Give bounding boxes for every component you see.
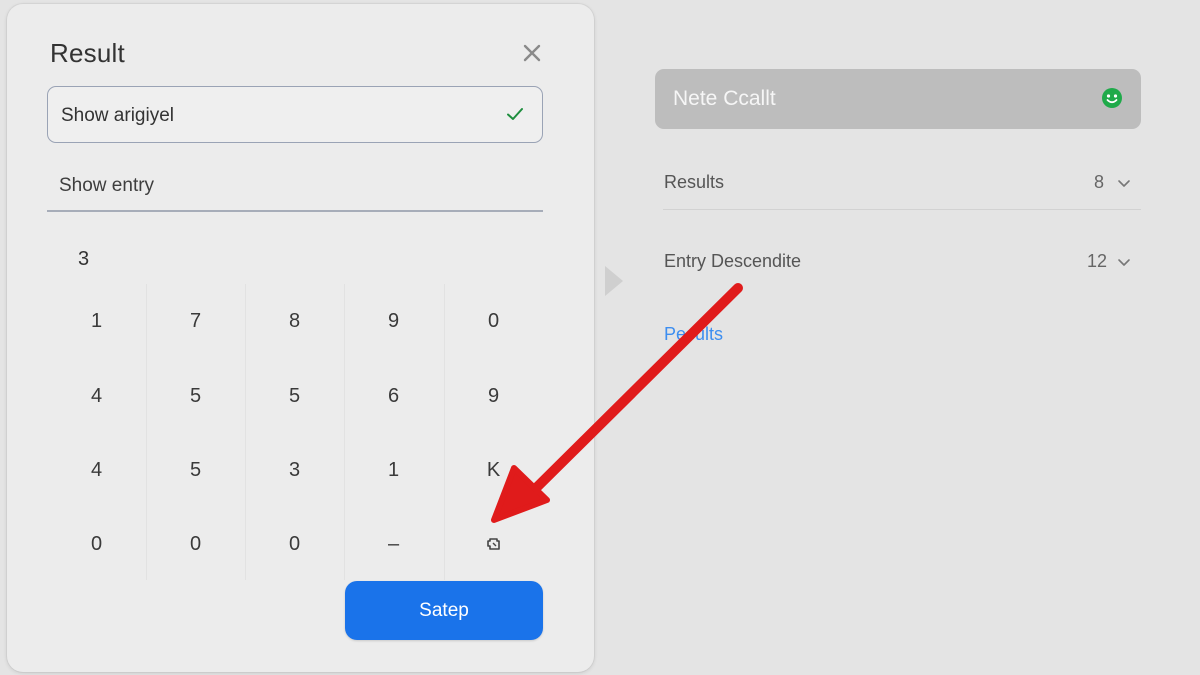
search-text: Nete Ccallt <box>673 87 776 110</box>
triangle-right-icon <box>605 266 623 296</box>
chevron-down-icon <box>1118 180 1130 187</box>
satep-button[interactable]: Satep <box>345 581 543 640</box>
dialog-title: Result <box>50 38 125 68</box>
key-r4c3[interactable]: 0 <box>245 507 344 581</box>
keypad-divider <box>146 284 147 580</box>
collapse-toggle[interactable] <box>604 266 624 296</box>
keypad-divider <box>344 284 345 580</box>
results-row-label: Results <box>664 172 725 192</box>
close-icon <box>523 44 541 62</box>
close-button[interactable] <box>515 36 549 70</box>
key-r2c4[interactable]: 6 <box>344 359 443 433</box>
smiley-icon[interactable] <box>1101 87 1123 109</box>
keypad-divider <box>444 284 445 580</box>
key-r3c1[interactable]: 4 <box>47 433 146 507</box>
key-r3c2[interactable]: 5 <box>146 433 245 507</box>
key-r2c2[interactable]: 5 <box>146 359 245 433</box>
select-value: Show arigiyel <box>61 105 174 126</box>
key-r4c1[interactable]: 0 <box>47 507 146 581</box>
key-r1c5[interactable]: 0 <box>444 284 543 358</box>
key-r2c5[interactable]: 9 <box>444 359 543 433</box>
entry-descendite-label: Entry Descendite <box>664 251 802 271</box>
key-r1c2[interactable]: 7 <box>146 284 245 358</box>
display-value: 3 <box>78 248 90 270</box>
results-link[interactable]: Pesults <box>664 324 723 345</box>
check-icon <box>507 108 523 120</box>
key-r3c3[interactable]: 3 <box>245 433 344 507</box>
key-r1c1[interactable]: 1 <box>47 284 146 358</box>
results-count: 8 <box>1094 172 1105 192</box>
key-r1c3[interactable]: 8 <box>245 284 344 358</box>
key-r2c1[interactable]: 4 <box>47 359 146 433</box>
key-r1c4[interactable]: 9 <box>344 284 443 358</box>
chevron-down-icon <box>1118 259 1130 266</box>
entry-descendite-count: 12 <box>1087 251 1108 271</box>
key-r3c5[interactable]: K <box>444 433 543 507</box>
key-minus[interactable]: – <box>344 507 443 581</box>
entry-descendite-row[interactable]: Entry Descendite 12 <box>663 251 1141 277</box>
key-r3c4[interactable]: 1 <box>344 433 443 507</box>
entry-underline <box>47 210 543 212</box>
key-r2c3[interactable]: 5 <box>245 359 344 433</box>
show-entry-label[interactable]: Show entry <box>59 175 154 197</box>
screen: Result Show arigiyel Show entry 3 1 7 8 … <box>0 0 1200 675</box>
key-eraser[interactable] <box>444 507 543 581</box>
keypad: 1 7 8 9 0 4 5 5 6 9 4 5 3 1 K 0 0 0 – <box>47 284 543 580</box>
row-divider <box>663 209 1141 210</box>
search-input[interactable]: Nete Ccallt <box>655 69 1141 129</box>
show-select-field[interactable]: Show arigiyel <box>47 86 543 143</box>
results-row[interactable]: Results 8 <box>663 172 1141 198</box>
keypad-divider <box>245 284 246 580</box>
key-r4c2[interactable]: 0 <box>146 507 245 581</box>
result-dialog: Result Show arigiyel Show entry 3 1 7 8 … <box>7 4 594 672</box>
eraser-icon <box>486 538 500 550</box>
